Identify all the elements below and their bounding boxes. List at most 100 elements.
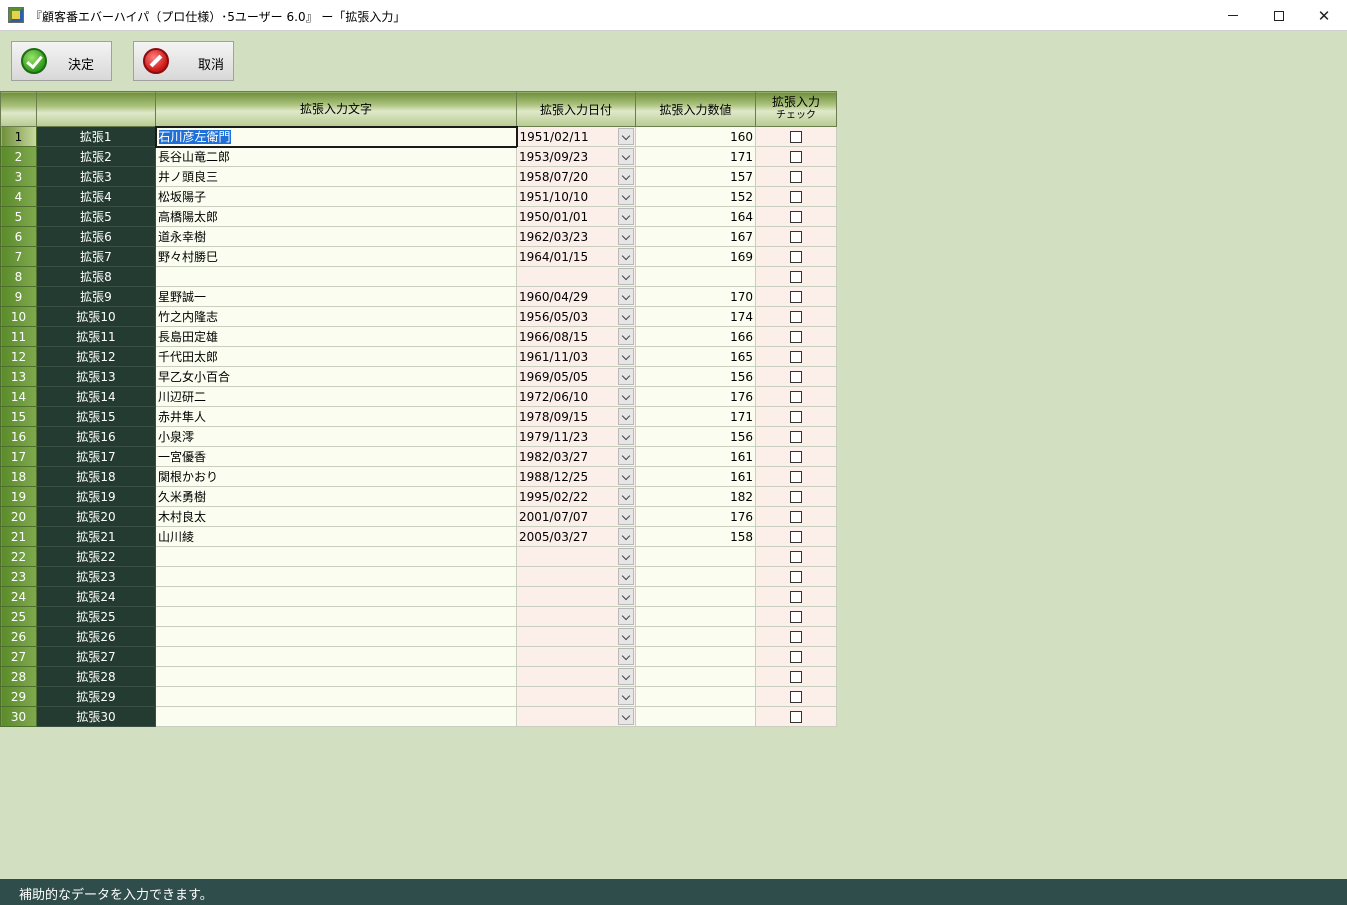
- checkbox[interactable]: [790, 491, 802, 503]
- text-input-cell[interactable]: [155, 606, 517, 627]
- text-input-cell[interactable]: 高橋陽太郎: [155, 206, 517, 227]
- text-input-cell[interactable]: 星野誠一: [155, 286, 517, 307]
- checkbox[interactable]: [790, 231, 802, 243]
- date-input-cell[interactable]: 1951/02/11: [516, 126, 636, 147]
- row-number[interactable]: 22: [0, 546, 37, 567]
- row-number[interactable]: 7: [0, 246, 37, 267]
- table-row[interactable]: 28 拡張28: [0, 666, 837, 687]
- checkbox[interactable]: [790, 251, 802, 263]
- checkbox[interactable]: [790, 311, 802, 323]
- table-row[interactable]: 30 拡張30: [0, 706, 837, 727]
- row-number[interactable]: 30: [0, 706, 37, 727]
- table-row[interactable]: 17 拡張17 一宮優香 1982/03/27 161: [0, 446, 837, 467]
- numeric-input-cell[interactable]: 157: [635, 166, 756, 187]
- checkbox[interactable]: [790, 691, 802, 703]
- table-row[interactable]: 6 拡張6 道永幸樹 1962/03/23 167: [0, 226, 837, 247]
- table-row[interactable]: 20 拡張20 木村良太 2001/07/07 176: [0, 506, 837, 527]
- text-input-cell[interactable]: 久米勇樹: [155, 486, 517, 507]
- table-row[interactable]: 8 拡張8: [0, 266, 837, 287]
- text-input-cell[interactable]: 長島田定雄: [155, 326, 517, 347]
- chevron-down-icon[interactable]: [618, 188, 634, 205]
- chevron-down-icon[interactable]: [618, 548, 634, 565]
- checkbox[interactable]: [790, 591, 802, 603]
- checkbox[interactable]: [790, 511, 802, 523]
- date-input-cell[interactable]: 1969/05/05: [516, 366, 636, 387]
- date-input-cell[interactable]: 1979/11/23: [516, 426, 636, 447]
- date-input-cell[interactable]: 1988/12/25: [516, 466, 636, 487]
- text-input-cell[interactable]: 千代田太郎: [155, 346, 517, 367]
- table-row[interactable]: 18 拡張18 関根かおり 1988/12/25 161: [0, 466, 837, 487]
- header-check[interactable]: 拡張入力 チェック: [755, 91, 837, 127]
- checkbox[interactable]: [790, 331, 802, 343]
- app-icon[interactable]: [8, 7, 24, 23]
- chevron-down-icon[interactable]: [618, 248, 634, 265]
- numeric-input-cell[interactable]: 182: [635, 486, 756, 507]
- chevron-down-icon[interactable]: [618, 508, 634, 525]
- text-input-cell[interactable]: 関根かおり: [155, 466, 517, 487]
- checkbox[interactable]: [790, 431, 802, 443]
- row-number[interactable]: 20: [0, 506, 37, 527]
- text-input-cell[interactable]: 松坂陽子: [155, 186, 517, 207]
- chevron-down-icon[interactable]: [618, 608, 634, 625]
- chevron-down-icon[interactable]: [618, 168, 634, 185]
- row-number[interactable]: 28: [0, 666, 37, 687]
- checkbox[interactable]: [790, 151, 802, 163]
- numeric-input-cell[interactable]: 174: [635, 306, 756, 327]
- date-input-cell[interactable]: 1966/08/15: [516, 326, 636, 347]
- numeric-input-cell[interactable]: 166: [635, 326, 756, 347]
- checkbox[interactable]: [790, 611, 802, 623]
- date-input-cell[interactable]: 2001/07/07: [516, 506, 636, 527]
- minimize-button[interactable]: [1210, 0, 1256, 31]
- text-input-cell[interactable]: [155, 626, 517, 647]
- chevron-down-icon[interactable]: [618, 148, 634, 165]
- row-number[interactable]: 10: [0, 306, 37, 327]
- chevron-down-icon[interactable]: [618, 628, 634, 645]
- chevron-down-icon[interactable]: [618, 648, 634, 665]
- chevron-down-icon[interactable]: [618, 308, 634, 325]
- numeric-input-cell[interactable]: [635, 586, 756, 607]
- chevron-down-icon[interactable]: [618, 288, 634, 305]
- date-input-cell[interactable]: 2005/03/27: [516, 526, 636, 547]
- numeric-input-cell[interactable]: 158: [635, 526, 756, 547]
- table-row[interactable]: 14 拡張14 川辺研二 1972/06/10 176: [0, 386, 837, 407]
- checkbox[interactable]: [790, 571, 802, 583]
- cancel-button[interactable]: 取消: [133, 41, 234, 81]
- checkbox[interactable]: [790, 131, 802, 143]
- numeric-input-cell[interactable]: [635, 546, 756, 567]
- row-number[interactable]: 12: [0, 346, 37, 367]
- table-row[interactable]: 7 拡張7 野々村勝巳 1964/01/15 169: [0, 246, 837, 267]
- row-number[interactable]: 6: [0, 226, 37, 247]
- table-row[interactable]: 24 拡張24: [0, 586, 837, 607]
- text-input-cell[interactable]: 長谷山竜二郎: [155, 146, 517, 167]
- row-number[interactable]: 26: [0, 626, 37, 647]
- text-input-cell[interactable]: 早乙女小百合: [155, 366, 517, 387]
- date-input-cell[interactable]: [516, 566, 636, 587]
- date-input-cell[interactable]: [516, 666, 636, 687]
- text-input-cell[interactable]: 川辺研二: [155, 386, 517, 407]
- chevron-down-icon[interactable]: [618, 368, 634, 385]
- chevron-down-icon[interactable]: [618, 708, 634, 725]
- checkbox[interactable]: [790, 171, 802, 183]
- chevron-down-icon[interactable]: [618, 488, 634, 505]
- row-number[interactable]: 3: [0, 166, 37, 187]
- table-row[interactable]: 26 拡張26: [0, 626, 837, 647]
- table-row[interactable]: 19 拡張19 久米勇樹 1995/02/22 182: [0, 486, 837, 507]
- numeric-input-cell[interactable]: 161: [635, 466, 756, 487]
- chevron-down-icon[interactable]: [618, 588, 634, 605]
- table-row[interactable]: 2 拡張2 長谷山竜二郎 1953/09/23 171: [0, 146, 837, 167]
- row-number[interactable]: 9: [0, 286, 37, 307]
- date-input-cell[interactable]: [516, 626, 636, 647]
- date-input-cell[interactable]: 1958/07/20: [516, 166, 636, 187]
- row-number[interactable]: 11: [0, 326, 37, 347]
- row-number[interactable]: 13: [0, 366, 37, 387]
- row-number[interactable]: 24: [0, 586, 37, 607]
- chevron-down-icon[interactable]: [618, 228, 634, 245]
- checkbox[interactable]: [790, 351, 802, 363]
- date-input-cell[interactable]: [516, 646, 636, 667]
- row-number[interactable]: 4: [0, 186, 37, 207]
- text-input-cell[interactable]: 竹之内隆志: [155, 306, 517, 327]
- numeric-input-cell[interactable]: [635, 266, 756, 287]
- chevron-down-icon[interactable]: [618, 388, 634, 405]
- checkbox[interactable]: [790, 211, 802, 223]
- checkbox[interactable]: [790, 191, 802, 203]
